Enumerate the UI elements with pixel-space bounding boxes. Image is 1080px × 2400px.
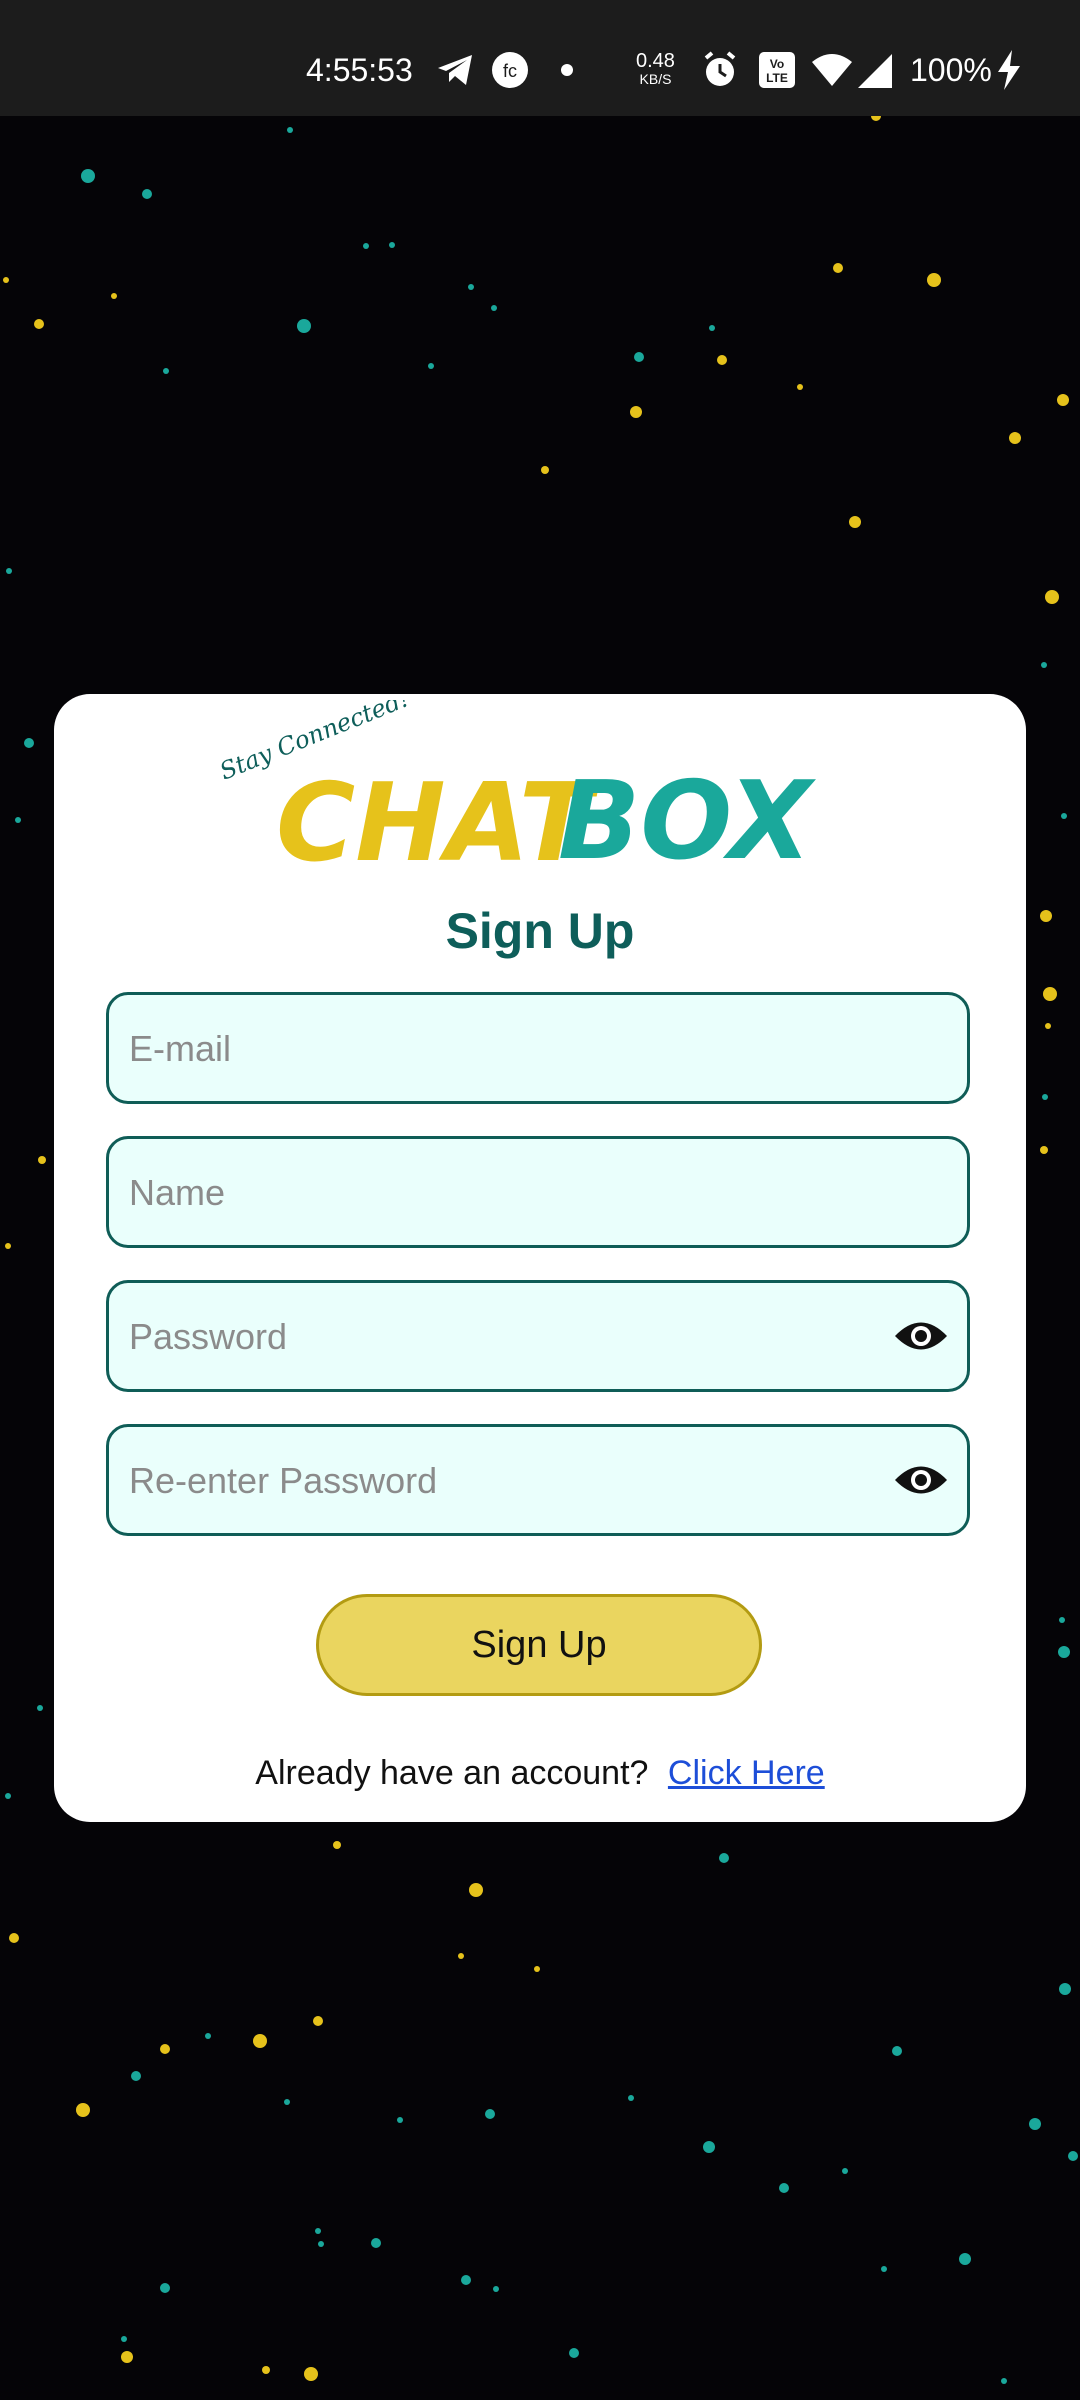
volte-icon: Vo LTE [759, 52, 795, 88]
sign-up-button[interactable]: Sign Up [316, 1594, 762, 1696]
dot-icon [561, 64, 573, 76]
logo-word-chat: CHAT [276, 761, 600, 886]
login-prompt: Already have an account? Click Here [0, 1754, 1080, 1793]
net-speed-value: 0.48 [636, 50, 675, 72]
login-link[interactable]: Click Here [668, 1754, 825, 1792]
telegram-icon [438, 55, 472, 85]
password-field[interactable] [106, 1280, 970, 1392]
email-field[interactable] [106, 992, 970, 1104]
page-title: Sign Up [445, 903, 635, 959]
email-input[interactable] [127, 995, 911, 1103]
svg-text:fc: fc [503, 61, 517, 81]
reenter-password-field[interactable] [106, 1424, 970, 1536]
wifi-icon [812, 54, 852, 86]
eye-icon[interactable] [893, 1317, 949, 1355]
svg-text:Vo: Vo [770, 57, 784, 71]
logo-word-box: BOX [558, 759, 816, 884]
battery-percent: 100% [910, 52, 992, 88]
login-prompt-text: Already have an account? [255, 1754, 649, 1792]
net-speed: 0.48 KB/S [636, 50, 675, 88]
charging-icon [998, 50, 1020, 90]
reenter-password-input[interactable] [127, 1427, 911, 1535]
alarm-icon [704, 51, 736, 86]
eye-icon[interactable] [893, 1461, 949, 1499]
name-field[interactable] [106, 1136, 970, 1248]
svg-text:LTE: LTE [766, 71, 788, 85]
net-speed-unit: KB/S [639, 71, 672, 87]
signal-icon [858, 54, 892, 88]
password-input[interactable] [127, 1283, 911, 1391]
chatbox-logo: Stay Connected! CHAT BOX [220, 700, 816, 886]
name-input[interactable] [127, 1139, 911, 1247]
fc-app-icon: fc [492, 52, 528, 88]
status-bar: 4:55:53 fc 0.48 KB/S Vo LTE 100% [0, 0, 1080, 116]
status-time: 4:55:53 [306, 52, 413, 88]
